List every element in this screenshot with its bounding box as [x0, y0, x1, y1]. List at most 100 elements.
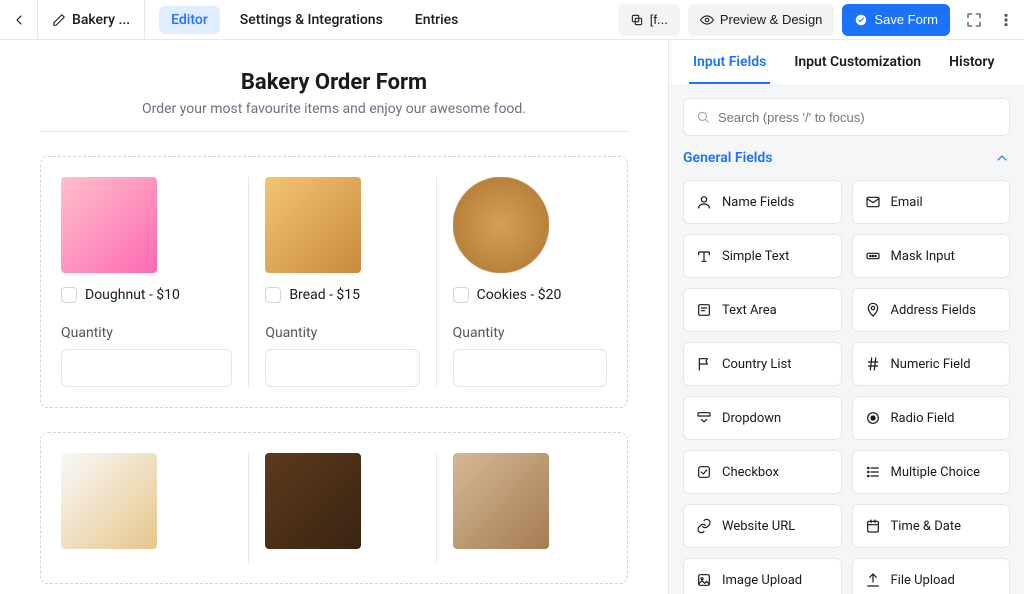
section-general-fields[interactable]: General Fields: [683, 150, 772, 166]
hash-icon: [865, 356, 881, 372]
quantity-input[interactable]: [265, 349, 419, 387]
field-file-upload[interactable]: File Upload: [852, 558, 1011, 594]
pin-icon: [865, 302, 881, 318]
search-input[interactable]: [718, 110, 997, 125]
document-title[interactable]: Bakery ...: [38, 0, 145, 40]
field-label: Numeric Field: [891, 357, 971, 372]
field-numeric-field[interactable]: Numeric Field: [852, 342, 1011, 386]
form-subtitle: Order your most favourite items and enjo…: [40, 101, 628, 117]
tab-history[interactable]: History: [935, 40, 1008, 84]
copy-icon: [630, 13, 644, 27]
field-label: Time & Date: [891, 519, 962, 534]
product-checkbox[interactable]: [265, 287, 281, 303]
field-dropdown[interactable]: Dropdown: [683, 396, 842, 440]
preview-label: Preview & Design: [720, 12, 823, 27]
user-icon: [696, 194, 712, 210]
product-image: [61, 453, 157, 549]
product-checkbox[interactable]: [61, 287, 77, 303]
pencil-icon: [52, 13, 66, 27]
product-label: Doughnut - $10: [85, 287, 180, 303]
product-image: [265, 177, 361, 273]
product-image: [453, 453, 549, 549]
dropdown-icon: [696, 410, 712, 426]
shortcode-button[interactable]: [f...: [618, 4, 680, 36]
quantity-label: Quantity: [61, 325, 232, 341]
form-title: Bakery Order Form: [40, 70, 628, 95]
field-label: File Upload: [891, 573, 955, 588]
product-card-1[interactable]: Doughnut - $10 Quantity Bread - $15 Quan…: [40, 156, 628, 408]
field-simple-text[interactable]: Simple Text: [683, 234, 842, 278]
field-label: Radio Field: [891, 411, 955, 426]
field-label: Mask Input: [891, 249, 955, 264]
product-label: Cookies - $20: [477, 287, 562, 303]
field-label: Multiple Choice: [891, 465, 981, 480]
product-image: [453, 177, 549, 273]
divider: [40, 131, 628, 132]
quantity-label: Quantity: [265, 325, 419, 341]
search-icon: [696, 110, 710, 124]
shortcode-label: [f...: [650, 12, 668, 27]
field-label: Simple Text: [722, 249, 789, 264]
product-checkbox[interactable]: [453, 287, 469, 303]
field-label: Email: [891, 195, 923, 210]
text-icon: [696, 248, 712, 264]
search-box[interactable]: [683, 98, 1010, 136]
image-icon: [696, 572, 712, 588]
list-icon: [865, 464, 881, 480]
tab-editor[interactable]: Editor: [159, 6, 220, 34]
calendar-icon: [865, 518, 881, 534]
eye-icon: [700, 13, 714, 27]
quantity-label: Quantity: [453, 325, 607, 341]
field-mask-input[interactable]: Mask Input: [852, 234, 1011, 278]
chevron-up-icon[interactable]: [994, 150, 1010, 166]
doc-title-text: Bakery ...: [72, 12, 130, 28]
radio-icon: [865, 410, 881, 426]
field-text-area[interactable]: Text Area: [683, 288, 842, 332]
field-country-list[interactable]: Country List: [683, 342, 842, 386]
product-image: [61, 177, 157, 273]
tab-input-customization[interactable]: Input Customization: [780, 40, 935, 84]
field-checkbox[interactable]: Checkbox: [683, 450, 842, 494]
tab-entries[interactable]: Entries: [403, 6, 471, 34]
textarea-icon: [696, 302, 712, 318]
mail-icon: [865, 194, 881, 210]
fullscreen-icon: [965, 11, 983, 29]
product-image: [265, 453, 361, 549]
fullscreen-button[interactable]: [958, 4, 990, 36]
field-time-date[interactable]: Time & Date: [852, 504, 1011, 548]
tab-input-fields[interactable]: Input Fields: [679, 40, 780, 84]
field-label: Name Fields: [722, 195, 794, 210]
field-label: Address Fields: [891, 303, 976, 318]
mask-icon: [865, 248, 881, 264]
upload-icon: [865, 572, 881, 588]
product-label: Bread - $15: [289, 287, 360, 303]
field-label: Text Area: [722, 303, 777, 318]
field-image-upload[interactable]: Image Upload: [683, 558, 842, 594]
tab-settings[interactable]: Settings & Integrations: [228, 6, 395, 34]
field-radio-field[interactable]: Radio Field: [852, 396, 1011, 440]
check-icon: [696, 464, 712, 480]
form-canvas: Bakery Order Form Order your most favour…: [0, 40, 668, 594]
field-website-url[interactable]: Website URL: [683, 504, 842, 548]
check-circle-icon: [854, 13, 868, 27]
field-name-fields[interactable]: Name Fields: [683, 180, 842, 224]
field-multiple-choice[interactable]: Multiple Choice: [852, 450, 1011, 494]
preview-button[interactable]: Preview & Design: [688, 4, 835, 36]
link-icon: [696, 518, 712, 534]
quantity-input[interactable]: [61, 349, 232, 387]
field-address-fields[interactable]: Address Fields: [852, 288, 1011, 332]
field-label: Checkbox: [722, 465, 779, 480]
quantity-input[interactable]: [453, 349, 607, 387]
field-email[interactable]: Email: [852, 180, 1011, 224]
more-vertical-icon: [998, 12, 1014, 28]
back-button[interactable]: [0, 0, 38, 40]
save-label: Save Form: [874, 12, 938, 27]
save-button[interactable]: Save Form: [842, 4, 950, 36]
field-label: Dropdown: [722, 411, 781, 426]
field-label: Website URL: [722, 519, 795, 534]
product-card-2[interactable]: [40, 432, 628, 584]
field-label: Country List: [722, 357, 792, 372]
field-label: Image Upload: [722, 573, 802, 588]
flag-icon: [696, 356, 712, 372]
more-button[interactable]: [998, 4, 1014, 36]
